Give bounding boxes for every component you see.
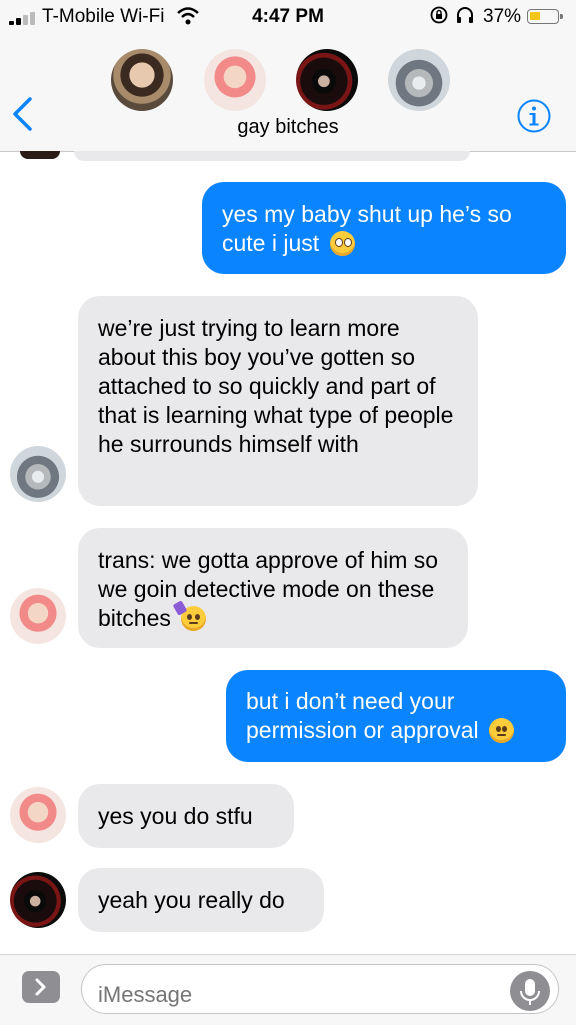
neutral-face-emoji-icon (489, 718, 515, 743)
avatar[interactable] (10, 787, 66, 843)
rotation-lock-icon (430, 6, 448, 24)
message-bubble-sent[interactable]: but i don’t need your permission or appr… (226, 670, 566, 762)
message-bubble-partial (74, 151, 470, 161)
message-bubble-received[interactable]: yes you do stfu (78, 784, 294, 848)
avatar[interactable] (10, 588, 66, 644)
message-bubble-received[interactable]: we’re just trying to learn more about th… (78, 296, 478, 506)
avatar[interactable] (111, 49, 173, 111)
compose-bar (0, 954, 576, 1025)
group-name[interactable]: gay bitches (0, 116, 576, 139)
battery-icon (527, 9, 563, 24)
info-icon[interactable] (516, 98, 552, 134)
chevron-right-icon (35, 978, 46, 996)
avatar (20, 151, 60, 159)
message-text: trans: we gotta approve of him so we goi… (98, 547, 439, 631)
partying-face-emoji-icon (181, 606, 207, 631)
message-bubble-received[interactable]: yeah you really do (78, 868, 324, 932)
conversation-header: gay bitches (0, 34, 576, 152)
avatar[interactable] (296, 49, 358, 111)
message-text: we’re just trying to learn more about th… (98, 315, 454, 457)
status-bar: T-Mobile Wi-Fi 4:47 PM 37% (0, 0, 576, 34)
message-text: but i don’t need your permission or appr… (246, 688, 479, 743)
message-text: yes you do stfu (98, 803, 253, 829)
headphones-icon (457, 7, 473, 23)
message-bubble-sent[interactable]: yes my baby shut up he’s so cute i just (202, 182, 566, 274)
avatar[interactable] (204, 49, 266, 111)
message-input[interactable] (81, 964, 559, 1014)
message-text: yes my baby shut up he’s so cute i just (222, 201, 512, 256)
message-text: yeah you really do (98, 887, 285, 913)
pleading-face-emoji-icon (329, 231, 355, 256)
battery-percentage: 37% (483, 6, 522, 27)
app-drawer-button[interactable] (22, 971, 60, 1003)
avatar[interactable] (388, 49, 450, 111)
microphone-button[interactable] (510, 971, 550, 1011)
avatar[interactable] (10, 872, 66, 928)
avatar[interactable] (10, 446, 66, 502)
message-bubble-received[interactable]: trans: we gotta approve of him so we goi… (78, 528, 468, 648)
microphone-icon (520, 979, 540, 1005)
